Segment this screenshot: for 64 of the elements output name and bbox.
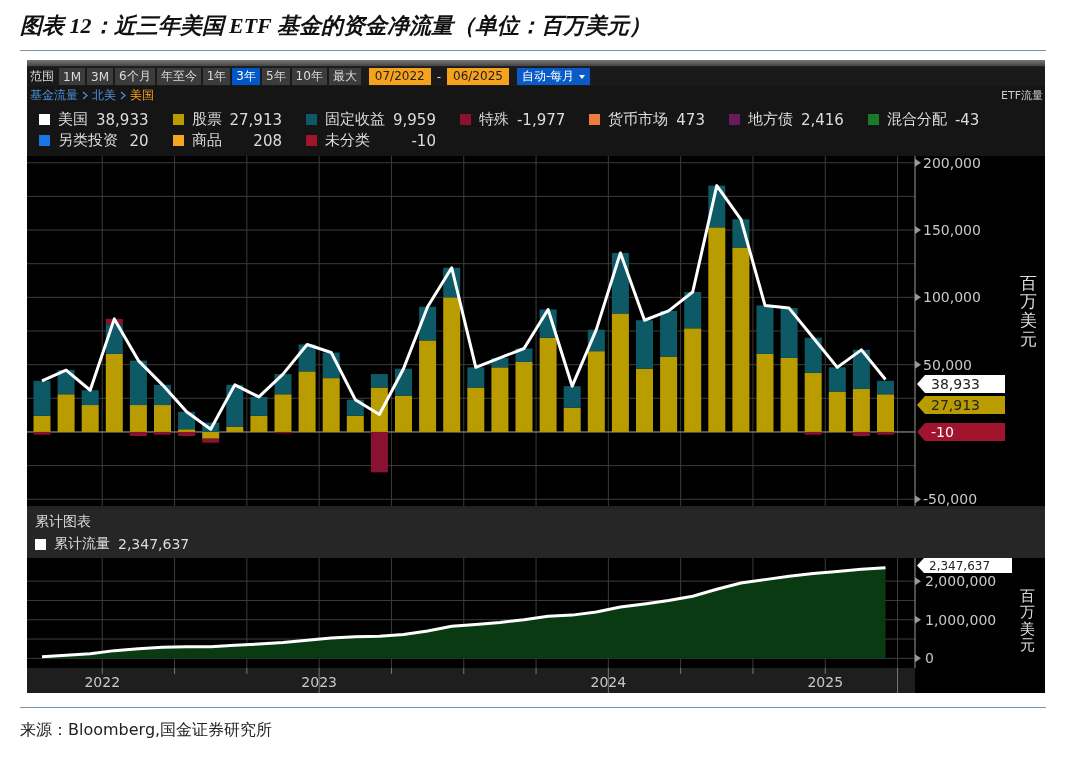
legend-label: 特殊 xyxy=(478,110,509,129)
chevron-icon xyxy=(120,90,126,100)
y-axis-title: 百万美元 xyxy=(1020,587,1035,654)
start-date-field[interactable]: 07/2022 xyxy=(368,68,431,85)
axis-tick-label: 2,000,000 xyxy=(925,573,997,590)
caret-icon xyxy=(579,74,586,79)
axis-tick-label: 50,000 xyxy=(923,356,972,373)
y-axis-title: 百万美元 xyxy=(1020,273,1037,349)
legend-value: -1,977 xyxy=(516,110,566,129)
legend-label: 累计流量 xyxy=(54,535,110,553)
legend-value: 2,347,637 xyxy=(118,536,190,552)
range-button[interactable]: 3年 xyxy=(232,68,260,85)
legend-value: -43 xyxy=(954,110,980,129)
x-axis-label: 2025 xyxy=(807,674,844,690)
legend-label: 美国 xyxy=(58,110,88,129)
legend-label: 混合分配 xyxy=(886,110,947,129)
frequency-dropdown[interactable]: 自动-每月 xyxy=(516,68,591,85)
legend-label: 未分类 xyxy=(325,131,370,150)
axis-tick-label: 100,000 xyxy=(923,289,981,306)
x-axis-label: 2024 xyxy=(590,674,627,690)
legend-value: 38,933 xyxy=(96,110,149,129)
axis-tick-label: 150,000 xyxy=(923,222,981,239)
range-button[interactable]: 1M xyxy=(59,68,85,85)
range-button[interactable]: 1年 xyxy=(202,68,231,85)
source-note: 来源：Bloomberg,国金证券研究所 xyxy=(20,719,274,741)
legend-value: 9,959 xyxy=(393,110,436,129)
x-axis-label: 2022 xyxy=(84,674,121,690)
breadcrumb-link[interactable]: 北美 xyxy=(92,86,116,104)
legend-label: 地方债 xyxy=(747,110,793,129)
chevron-icon xyxy=(82,90,88,100)
value-tag: -10 xyxy=(917,423,1005,441)
section-title: 累计图表 xyxy=(35,513,92,531)
axis-tick-label: -50,000 xyxy=(923,491,978,506)
legend-value: -10 xyxy=(411,131,436,150)
range-button[interactable]: 年至今 xyxy=(156,68,201,85)
value-tag: 2,347,637 xyxy=(917,558,1012,573)
range-button[interactable]: 最大 xyxy=(328,68,361,85)
legend-label: 商品 xyxy=(191,131,222,150)
range-button[interactable]: 5年 xyxy=(261,68,290,85)
range-button[interactable]: 10年 xyxy=(291,68,327,85)
legend-label: 另类投资 xyxy=(58,131,118,150)
legend-value: 2,416 xyxy=(800,110,844,129)
legend-value: 473 xyxy=(676,110,705,129)
legend-label: 股票 xyxy=(191,110,222,129)
legend-value: 208 xyxy=(253,131,282,150)
legend-label: 固定收益 xyxy=(325,110,385,129)
axis-tick-label: 1,000,000 xyxy=(925,611,997,628)
figure-title: 图表 12：近三年美国 ETF 基金的资金净流量（单位：百万美元） xyxy=(20,12,652,40)
range-button[interactable]: 3M xyxy=(87,68,113,85)
breadcrumb-link[interactable]: 美国 xyxy=(130,86,154,104)
value-tag: 27,913 xyxy=(917,396,1005,414)
panel-label: ETF流量 xyxy=(1001,87,1044,103)
breadcrumb-link[interactable]: 基金流量 xyxy=(30,86,78,104)
value-tag: 38,933 xyxy=(917,375,1005,393)
legend-value: 20 xyxy=(129,131,149,150)
legend-label: 货币市场 xyxy=(608,110,669,129)
date-separator: - xyxy=(436,69,442,84)
axis-tick-label: 0 xyxy=(925,650,934,667)
range-label: 范围 xyxy=(30,68,54,85)
legend-value: 27,913 xyxy=(229,110,282,129)
end-date-field[interactable]: 06/2025 xyxy=(447,68,509,85)
x-axis-label: 2023 xyxy=(301,674,337,690)
range-button[interactable]: 6个月 xyxy=(115,68,155,85)
axis-tick-label: 200,000 xyxy=(923,156,981,171)
